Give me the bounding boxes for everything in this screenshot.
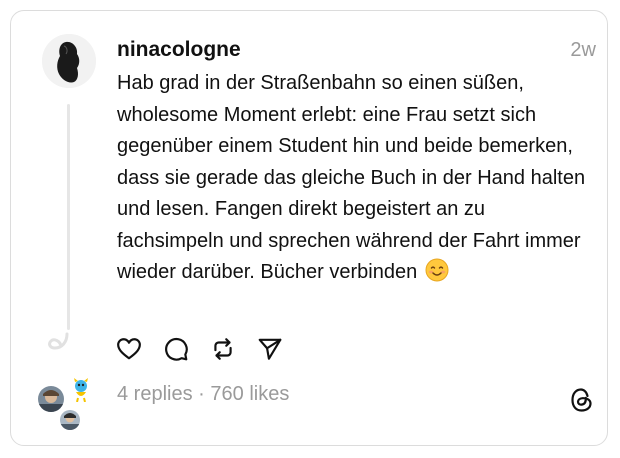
stats-separator: ·	[192, 383, 211, 405]
likes-count[interactable]: 760 likes	[210, 383, 289, 405]
threads-logo-icon[interactable]	[570, 387, 594, 413]
post-time: 2w	[570, 39, 596, 61]
username[interactable]: ninacologne	[117, 38, 241, 62]
post-stats: 4 replies · 760 likes	[117, 383, 289, 406]
comment-icon	[165, 337, 188, 361]
reply-avatar-1	[36, 384, 66, 414]
send-icon	[258, 338, 282, 360]
avatar-photo-icon	[38, 386, 64, 412]
smiling-face-icon	[425, 258, 449, 293]
replies-count[interactable]: 4 replies	[117, 383, 193, 405]
avatar-photo-icon	[42, 34, 96, 88]
repost-icon	[214, 338, 232, 360]
thread-curl-icon	[48, 332, 69, 350]
avatar[interactable]	[42, 34, 96, 88]
like-button[interactable]	[116, 336, 142, 362]
post-body: Hab grad in der Straßenbahn so einen süß…	[117, 72, 586, 283]
cartoon-character-icon	[74, 378, 88, 402]
thread-line	[67, 104, 70, 330]
reply-button[interactable]	[163, 336, 189, 362]
avatar-photo-icon	[60, 410, 80, 430]
post-text: Hab grad in der Straßenbahn so einen süß…	[117, 68, 587, 293]
heart-icon	[117, 338, 141, 360]
repost-button[interactable]	[210, 336, 236, 362]
reply-avatar-3	[58, 408, 82, 432]
reply-avatars[interactable]	[36, 378, 96, 434]
share-button[interactable]	[257, 336, 283, 362]
action-bar	[116, 336, 304, 362]
reply-avatar-2	[70, 378, 92, 402]
